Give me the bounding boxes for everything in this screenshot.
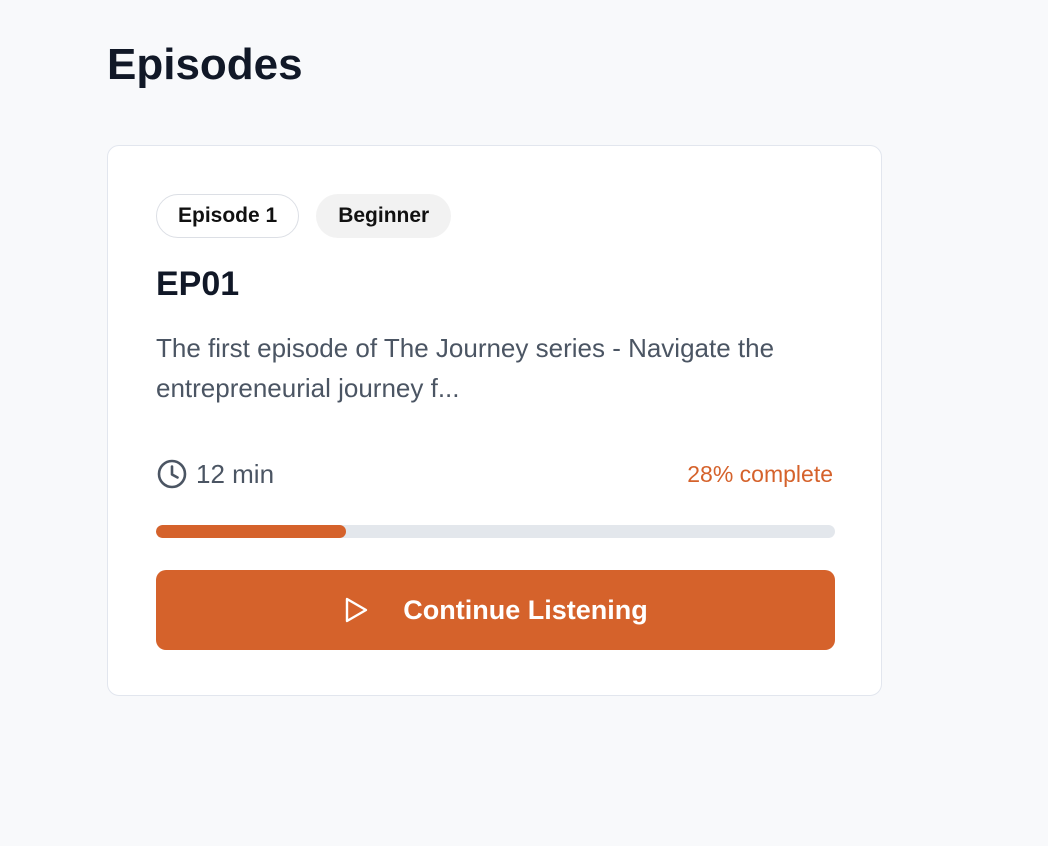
level-badge: Beginner: [316, 194, 452, 238]
continue-listening-button[interactable]: Continue Listening: [156, 570, 835, 650]
page-title: Episodes: [107, 40, 303, 89]
progress-bar: [156, 525, 835, 538]
episode-badges: Episode 1 Beginner: [156, 194, 452, 238]
clock-icon: [157, 459, 187, 489]
progress-bar-fill: [156, 525, 347, 538]
episode-description: The first episode of The Journey series …: [156, 333, 775, 403]
episode-number-badge: Episode 1: [156, 194, 300, 238]
progress-label: 28% complete: [687, 461, 833, 487]
play-icon: [346, 597, 368, 623]
episode-title: EP01: [156, 265, 240, 303]
duration-text: 12 min: [196, 458, 275, 489]
episode-card[interactable]: Episode 1 Beginner EP01 The first episod…: [107, 145, 882, 696]
episode-duration: 12 min: [156, 457, 274, 491]
continue-listening-label: Continue Listening: [403, 594, 648, 625]
